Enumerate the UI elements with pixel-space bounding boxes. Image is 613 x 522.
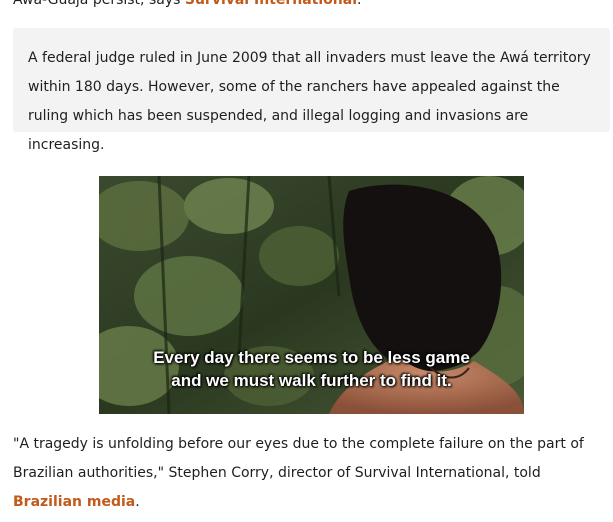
intro-text: Awá-Guajá persist, says bbox=[13, 0, 185, 8]
intro-sentence-tail: Awá-Guajá persist, says Survival Interna… bbox=[13, 0, 361, 9]
video-subtitle: Every day there seems to be less game an… bbox=[99, 346, 524, 392]
blockquote: A federal judge ruled in June 2009 that … bbox=[13, 28, 610, 153]
subtitle-line-2: and we must walk further to find it. bbox=[171, 371, 452, 390]
intro-end: . bbox=[357, 0, 362, 8]
quote-text: A federal judge ruled in June 2009 that … bbox=[28, 50, 591, 153]
body-paragraph: "A tragedy is unfolding before our eyes … bbox=[13, 430, 603, 517]
paragraph-end: . bbox=[135, 494, 140, 510]
video-player[interactable]: Every day there seems to be less game an… bbox=[99, 176, 524, 414]
survival-international-link[interactable]: Survival International bbox=[185, 0, 357, 8]
subtitle-line-1: Every day there seems to be less game bbox=[153, 348, 470, 367]
paragraph-text: "A tragedy is unfolding before our eyes … bbox=[13, 436, 584, 481]
brazilian-media-link[interactable]: Brazilian media bbox=[13, 494, 135, 510]
